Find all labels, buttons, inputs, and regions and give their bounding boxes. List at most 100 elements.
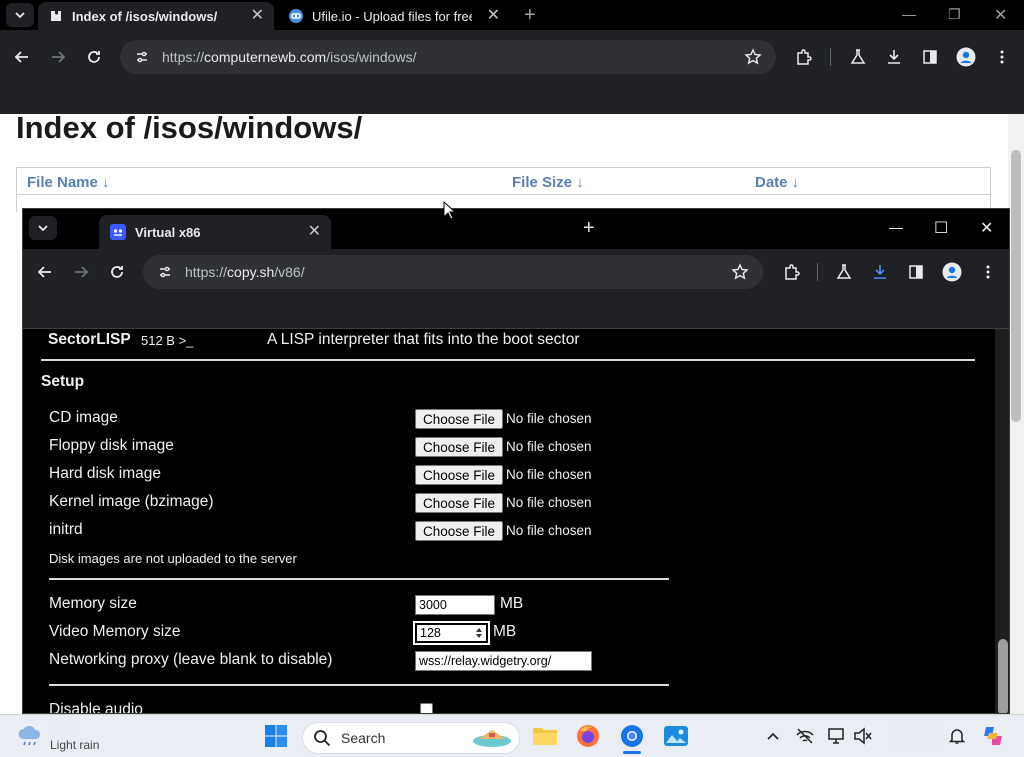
close-tab-icon[interactable]: ✕	[487, 8, 500, 24]
downloads-button[interactable]	[882, 45, 906, 69]
reload-button[interactable]	[105, 260, 129, 284]
minimize-button[interactable]: —	[889, 219, 903, 235]
new-tab-button[interactable]: +	[524, 4, 536, 27]
cd-image-status: No file chosen	[506, 411, 592, 426]
puzzle-icon	[785, 264, 800, 280]
memory-size-input[interactable]: 3000	[415, 595, 495, 615]
tab-search-button[interactable]	[6, 3, 34, 27]
close-tab-icon[interactable]: ✕	[308, 224, 321, 240]
arrow-left-icon	[37, 266, 51, 278]
side-panel-button[interactable]	[918, 45, 942, 69]
file-table	[16, 167, 991, 212]
site-info-icon[interactable]	[134, 49, 150, 65]
side-panel-button[interactable]	[904, 260, 928, 284]
column-date[interactable]: Date ↓	[755, 174, 799, 191]
bookmark-star-icon[interactable]	[731, 263, 749, 281]
display-icon[interactable]	[824, 723, 850, 749]
tab-index-of-isos[interactable]: Index of /isos/windows/ ✕	[38, 2, 274, 30]
spinner-arrows-icon[interactable]	[475, 627, 483, 639]
clock-date[interactable]: 5/11/2024	[876, 738, 942, 752]
disable-audio-label: Disable audio	[49, 701, 143, 714]
cd-image-choose-button[interactable]: Choose File	[415, 409, 504, 429]
tab-title: Index of /isos/windows/	[72, 8, 218, 24]
os-description: A LISP interpreter that fits into the bo…	[267, 331, 580, 348]
bell-icon[interactable]	[944, 723, 970, 749]
maximize-button[interactable]: ☐	[934, 218, 948, 238]
profile-button[interactable]	[954, 45, 978, 69]
arrow-right-icon	[75, 266, 89, 278]
firefox-icon[interactable]	[575, 723, 601, 749]
back-button[interactable]	[33, 260, 57, 284]
floppy-image-choose-button[interactable]: Choose File	[415, 437, 504, 457]
back-scrollbar-thumb[interactable]	[1011, 150, 1021, 422]
labs-button[interactable]	[832, 260, 856, 284]
front-scrollbar-thumb[interactable]	[998, 639, 1008, 713]
download-icon	[888, 50, 900, 64]
os-name-sectorlisp[interactable]: SectorLISP	[48, 331, 131, 349]
file-explorer-icon[interactable]	[532, 723, 558, 749]
close-window-button[interactable]: ✕	[994, 5, 1007, 25]
side-panel-icon	[923, 50, 937, 64]
avatar-icon	[956, 47, 976, 67]
restore-button[interactable]: ❐	[948, 6, 961, 23]
menu-button[interactable]	[990, 45, 1014, 69]
setup-heading: Setup	[41, 373, 85, 390]
network-off-icon[interactable]	[792, 723, 818, 749]
close-window-button[interactable]: ✕	[980, 218, 993, 238]
tab-ufile[interactable]: Ufile.io - Upload files for free & ✕	[278, 2, 510, 30]
chevron-up-icon[interactable]	[760, 723, 786, 749]
copilot-icon[interactable]	[980, 723, 1006, 749]
weather-widget[interactable]	[16, 724, 44, 748]
networking-proxy-input[interactable]: wss://relay.widgetry.org/	[415, 651, 592, 671]
bookmark-star-icon[interactable]	[744, 48, 762, 66]
forward-button[interactable]	[69, 260, 93, 284]
floppy-image-label: Floppy disk image	[49, 437, 174, 454]
back-button[interactable]	[10, 45, 34, 69]
forward-button[interactable]	[46, 45, 70, 69]
close-tab-icon[interactable]: ✕	[251, 8, 264, 24]
tab-search-button[interactable]	[29, 216, 57, 240]
address-bar[interactable]: https://computernewb.com/isos/windows/	[120, 40, 776, 74]
video-memory-label: Video Memory size	[49, 623, 181, 640]
windows-start-icon[interactable]	[263, 723, 289, 749]
search-placeholder: Search	[341, 730, 386, 746]
address-bar[interactable]: https://copy.sh/v86/	[143, 255, 763, 289]
chrome-icon[interactable]	[619, 723, 645, 749]
video-memory-input[interactable]: 128	[413, 621, 490, 645]
initrd-choose-button[interactable]: Choose File	[415, 521, 504, 541]
taskbar-search-box[interactable]: Search	[302, 722, 520, 754]
site-info-icon[interactable]	[157, 264, 173, 280]
column-file-size[interactable]: File Size ↓	[512, 174, 584, 191]
kernel-image-choose-button[interactable]: Choose File	[415, 493, 504, 513]
memory-size-label: Memory size	[49, 595, 137, 612]
puzzle-icon	[797, 49, 812, 65]
divider	[41, 359, 975, 361]
profile-button[interactable]	[940, 260, 964, 284]
minimize-button[interactable]: —	[902, 6, 916, 22]
speaker-mute-icon[interactable]	[850, 723, 876, 749]
tab-virtual-x86[interactable]: Virtual x86 ✕	[99, 215, 331, 249]
menu-button[interactable]	[976, 260, 1000, 284]
reload-button[interactable]	[82, 45, 106, 69]
avatar-icon	[942, 262, 962, 282]
labs-button[interactable]	[846, 45, 870, 69]
weather-condition: Light rain	[50, 738, 100, 752]
photos-icon[interactable]	[663, 723, 689, 749]
downloads-button[interactable]	[868, 260, 892, 284]
clock-time[interactable]: 10:54 AM	[886, 722, 941, 736]
hard-disk-image-status: No file chosen	[506, 467, 592, 482]
new-tab-button[interactable]: +	[583, 217, 595, 240]
networking-proxy-label: Networking proxy (leave blank to disable…	[49, 651, 333, 668]
hard-disk-image-choose-button[interactable]: Choose File	[415, 465, 504, 485]
active-app-indicator	[623, 751, 641, 754]
extensions-button[interactable]	[792, 45, 816, 69]
kebab-menu-icon	[986, 265, 990, 279]
initrd-status: No file chosen	[506, 523, 592, 538]
search-icon	[314, 730, 331, 747]
page-title: Index of /isos/windows/	[16, 110, 363, 145]
disable-audio-checkbox[interactable]	[420, 703, 433, 713]
extensions-button[interactable]	[780, 260, 804, 284]
column-file-name[interactable]: File Name ↓	[27, 174, 110, 191]
search-highlight-icon	[473, 730, 511, 747]
weather-temp: 49°F	[50, 722, 76, 736]
